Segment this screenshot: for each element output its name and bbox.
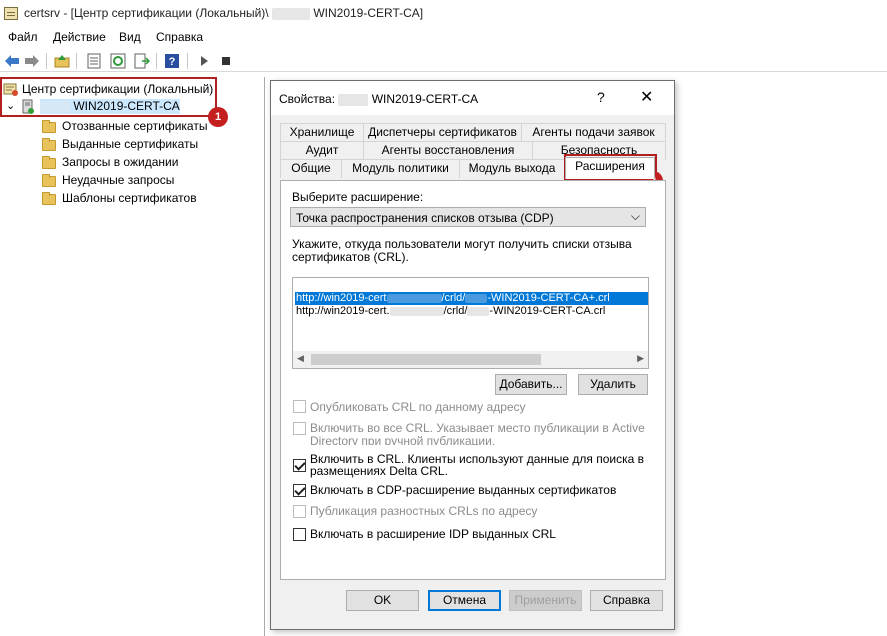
- export-list-icon[interactable]: [134, 53, 150, 69]
- extension-select[interactable]: Точка распространения списков отзыва (CD…: [290, 207, 646, 227]
- scroll-right-icon[interactable]: ▶: [637, 353, 644, 364]
- tab-policy-module[interactable]: Модуль политики: [341, 159, 460, 178]
- redacted-host: [389, 306, 444, 316]
- back-arrow-icon[interactable]: [4, 53, 20, 69]
- menu-action[interactable]: Действие: [53, 30, 106, 44]
- redacted-host: [338, 93, 369, 106]
- forward-arrow-icon[interactable]: [24, 53, 40, 69]
- redacted-host: [467, 306, 490, 316]
- tab-audit[interactable]: Аудит: [280, 141, 364, 160]
- menu-file[interactable]: Файл: [8, 30, 38, 44]
- tree-item-pending[interactable]: Запросы в ожидании: [62, 155, 178, 169]
- folder-icon: [42, 120, 56, 133]
- extensions-tab-panel: Выберите расширение: Точка распространен…: [280, 180, 666, 580]
- add-location-button[interactable]: Добавить...: [495, 374, 567, 395]
- tree-item-revoked[interactable]: Отозванные сертификаты: [62, 119, 207, 133]
- refresh-icon[interactable]: [110, 53, 126, 69]
- folder-icon: [42, 174, 56, 187]
- menu-view[interactable]: Вид: [119, 30, 141, 44]
- select-extension-label: Выберите расширение:: [292, 190, 424, 204]
- list-item[interactable]: http://win2019-cert/crld/ -WIN2019-CERT-C…: [295, 292, 648, 305]
- up-folder-icon[interactable]: [54, 53, 70, 69]
- window-title: certsrv - [Центр сертификации (Локальный…: [24, 6, 423, 20]
- stop-icon[interactable]: [218, 53, 234, 69]
- menu-help[interactable]: Справка: [156, 30, 203, 44]
- menu-bar: Файл Действие Вид Справка: [0, 28, 887, 48]
- location-url-part: http://win2019-cert: [296, 292, 387, 304]
- play-icon[interactable]: [196, 53, 212, 69]
- location-url-part: /crld/: [441, 292, 466, 304]
- dialog-title-prefix: Свойства:: [279, 92, 336, 106]
- tab-exit-module[interactable]: Модуль выхода: [459, 159, 565, 178]
- toolbar-separator: [156, 53, 157, 69]
- redacted-host: [271, 7, 310, 20]
- option-include-idp-label: Включать в расширение IDP выданных CRL: [310, 527, 556, 541]
- folder-icon: [42, 192, 56, 205]
- toolbar-separator: [46, 53, 47, 69]
- folder-icon: [42, 156, 56, 169]
- chevron-down-icon: ⌵: [630, 209, 640, 223]
- tree-item-failed[interactable]: Неудачные запросы: [62, 173, 174, 187]
- callout-badge-1: 1: [208, 107, 228, 127]
- option-include-all-crl-checkbox[interactable]: [293, 422, 306, 435]
- apply-button[interactable]: Применить: [509, 590, 582, 611]
- tab-extensions[interactable]: Расширения: [565, 157, 655, 179]
- option-include-cdp-label: Включать в CDP-расширение выданных серти…: [310, 483, 617, 497]
- locations-hint-line2: сертификатов (CRL).: [292, 250, 409, 264]
- list-item[interactable]: http://win2019-cert. /crld/ -WIN2019-CERT-…: [295, 305, 648, 318]
- remove-location-button[interactable]: Удалить: [578, 374, 648, 395]
- crl-locations-list[interactable]: http://win2019-cert/crld/ -WIN2019-CERT-C…: [292, 277, 649, 369]
- toolbar: ?: [0, 50, 887, 72]
- dialog-title-ca: WIN2019-CERT-CA: [371, 92, 479, 106]
- redacted-host: [386, 293, 442, 303]
- option-include-in-crl-line2: размещениях Delta CRL.: [310, 464, 448, 478]
- locations-hint-line1: Укажите, откуда пользователи могут получ…: [292, 237, 632, 251]
- location-url-part: -WIN2019-CERT-CA.crl: [489, 305, 606, 317]
- option-include-idp-checkbox[interactable]: [293, 528, 306, 541]
- properties-dialog: Свойства: WIN2019-CERT-CA ? ✕ Хранилище …: [270, 80, 675, 630]
- option-include-all-crl-line2: Directory при ручной публикации.: [310, 435, 496, 445]
- location-url-part: /crld/: [443, 305, 468, 317]
- tab-enrollment-agents[interactable]: Агенты подачи заявок: [521, 123, 666, 142]
- tab-storage[interactable]: Хранилище: [280, 123, 364, 142]
- option-publish-crl-checkbox[interactable]: [293, 400, 306, 413]
- dialog-title: Свойства: WIN2019-CERT-CA: [279, 92, 478, 106]
- close-icon[interactable]: ✕: [640, 87, 653, 107]
- folder-icon: [42, 138, 56, 151]
- callout-box-1: [0, 77, 217, 117]
- console-tree: Центр сертификации (Локальный) ⌄ WIN2019…: [0, 77, 265, 636]
- option-delta-crl-label: Публикация разностных CRLs по адресу: [310, 504, 538, 518]
- scrollbar-thumb[interactable]: [311, 354, 541, 365]
- properties-icon[interactable]: [86, 53, 102, 69]
- tab-general[interactable]: Общие: [280, 159, 342, 178]
- option-publish-crl-label: Опубликовать CRL по данному адресу: [310, 400, 526, 414]
- tree-item-issued[interactable]: Выданные сертификаты: [62, 137, 198, 151]
- tab-recovery-agents[interactable]: Агенты восстановления: [363, 141, 533, 160]
- window-titlebar: certsrv - [Центр сертификации (Локальный…: [0, 0, 887, 28]
- location-url-part: -WIN2019-CERT-CA+.crl: [487, 292, 610, 304]
- option-delta-crl-checkbox[interactable]: [293, 505, 306, 518]
- option-include-all-crl-line1: Включить во все CRL. Указывает место пуб…: [310, 421, 645, 435]
- scroll-left-icon[interactable]: ◀: [297, 353, 304, 364]
- cancel-button[interactable]: Отмена: [428, 590, 501, 611]
- svg-text:?: ?: [169, 56, 176, 68]
- extension-select-value: Точка распространения списков отзыва (CD…: [296, 211, 554, 225]
- location-url-part: http://win2019-cert.: [296, 305, 390, 317]
- window-title-tail: WIN2019-CERT-CA]: [313, 6, 424, 20]
- redacted-host: [465, 293, 488, 303]
- window-title-text: certsrv - [Центр сертификации (Локальный…: [24, 6, 269, 20]
- tree-item-templates[interactable]: Шаблоны сертификатов: [62, 191, 197, 205]
- option-include-cdp-checkbox[interactable]: [293, 484, 306, 497]
- option-include-in-crl-checkbox[interactable]: [293, 459, 306, 472]
- help-icon[interactable]: ?: [164, 53, 180, 69]
- toolbar-separator: [187, 53, 188, 69]
- dialog-help-button[interactable]: ?: [597, 89, 605, 105]
- toolbar-separator: [76, 53, 77, 69]
- list-horizontal-scrollbar[interactable]: ◀ ▶: [293, 351, 648, 368]
- dialog-titlebar: Свойства: WIN2019-CERT-CA ? ✕: [271, 81, 674, 115]
- help-button[interactable]: Справка: [590, 590, 663, 611]
- certsrv-app-icon: [4, 7, 18, 20]
- tab-cert-managers[interactable]: Диспетчеры сертификатов: [363, 123, 522, 142]
- ok-button[interactable]: OK: [346, 590, 419, 611]
